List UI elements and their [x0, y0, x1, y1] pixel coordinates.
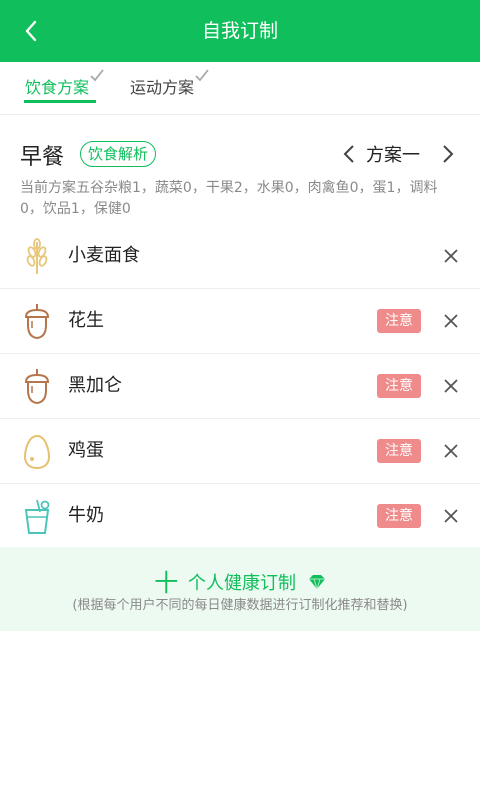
food-name: 花生	[68, 310, 104, 331]
food-name: 牛奶	[68, 505, 104, 526]
tab-exercise-plan[interactable]: 运动方案	[130, 69, 209, 98]
active-tab-indicator	[24, 100, 96, 103]
plus-icon: 十	[154, 569, 179, 597]
egg-icon	[23, 434, 51, 470]
customization-label: 个人健康订制	[188, 573, 296, 594]
warning-badge: 注意	[377, 309, 421, 333]
top-bar: 自我订制	[0, 0, 480, 62]
plan-name: 方案一	[366, 145, 420, 166]
tab-label: 饮食方案	[25, 78, 90, 97]
close-icon[interactable]	[443, 313, 459, 329]
chevron-right-icon[interactable]	[441, 144, 455, 164]
close-icon[interactable]	[443, 508, 459, 524]
page-title: 自我订制	[201, 20, 278, 42]
diet-analysis-button[interactable]: 饮食解析	[80, 141, 157, 167]
close-icon[interactable]	[443, 378, 459, 394]
plan-summary: 当前方案五谷杂粮1，蔬菜0，干果2，水果0，肉禽鱼0，蛋1，调料0，饮品1，保健…	[20, 180, 438, 217]
warning-badge: 注意	[377, 439, 421, 463]
tab-diet-plan[interactable]: 饮食方案	[25, 69, 104, 98]
food-item[interactable]: 牛奶 注意	[0, 484, 480, 549]
food-name: 小麦面食	[68, 245, 140, 266]
drink-icon	[24, 499, 50, 534]
meal-title: 早餐	[20, 145, 65, 170]
warning-badge: 注意	[377, 504, 421, 528]
close-icon[interactable]	[443, 443, 459, 459]
check-icon	[195, 69, 209, 82]
customization-title[interactable]: 十 个人健康订制	[0, 563, 480, 598]
food-item[interactable]: 小麦面食	[0, 224, 480, 289]
food-item[interactable]: 鸡蛋 注意	[0, 419, 480, 484]
wheat-icon	[26, 238, 48, 274]
customization-subtitle: (根据每个用户不同的每日健康数据进行订制化推荐和替换)	[72, 598, 408, 613]
food-item[interactable]: 花生 注意	[0, 289, 480, 354]
food-name: 黑加仑	[68, 375, 122, 396]
personal-customization-panel[interactable]: 十 个人健康订制 (根据每个用户不同的每日健康数据进行订制化推荐和替换)	[0, 547, 480, 631]
warning-badge: 注意	[377, 374, 421, 398]
meal-header: 早餐 饮食解析 方案一	[0, 135, 480, 175]
chevron-left-icon[interactable]	[342, 144, 356, 164]
tab-bar: 饮食方案 运动方案	[0, 62, 480, 115]
acorn-icon	[24, 304, 50, 340]
food-item[interactable]: 黑加仑 注意	[0, 354, 480, 419]
check-icon	[90, 69, 104, 82]
close-icon[interactable]	[443, 248, 459, 264]
diamond-icon	[308, 575, 325, 590]
food-name: 鸡蛋	[68, 440, 104, 461]
acorn-icon	[24, 369, 50, 405]
tab-label: 运动方案	[130, 78, 195, 97]
food-list: 小麦面食 花生 注意 黑加仑 注意 鸡蛋 注意 牛奶 注意	[0, 224, 480, 549]
